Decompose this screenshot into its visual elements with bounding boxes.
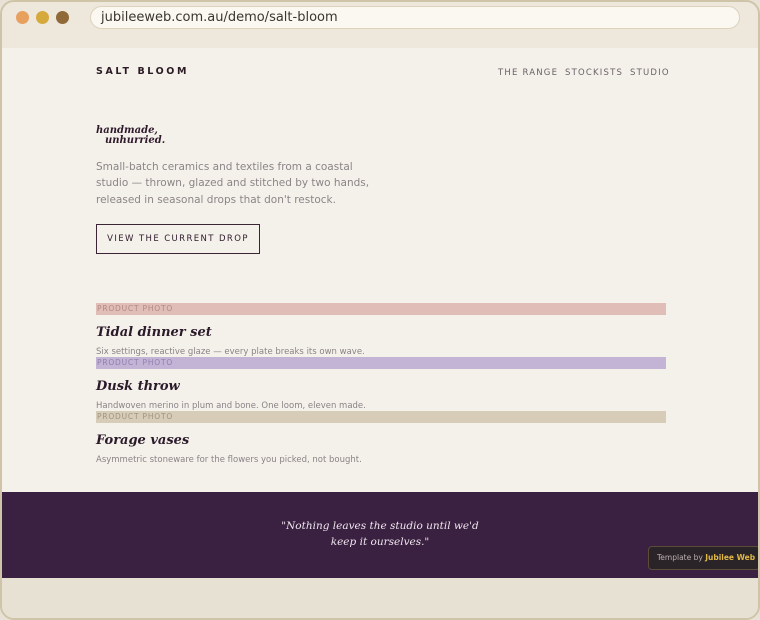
product-name[interactable]: Dusk throw xyxy=(96,379,666,395)
badge-prefix: Template by xyxy=(657,553,706,562)
address-bar[interactable]: jubileeweb.com.au/demo/salt-bloom xyxy=(90,6,740,29)
product-photo-placeholder: PRODUCT PHOTO xyxy=(96,303,666,315)
nav-link-stockists[interactable]: STOCKISTS xyxy=(565,68,623,78)
product-card-dusk-throw[interactable]: PRODUCT PHOTO Dusk throw Handwoven merin… xyxy=(96,357,666,412)
product-photo-placeholder: PRODUCT PHOTO xyxy=(96,411,666,423)
product-card-tidal-dinner-set[interactable]: PRODUCT PHOTO Tidal dinner set Six setti… xyxy=(96,303,666,358)
studio-quote: "Nothing leaves the studio until we'd ke… xyxy=(2,518,758,550)
product-name[interactable]: Tidal dinner set xyxy=(96,325,666,341)
product-description: Asymmetric stoneware for the flowers you… xyxy=(96,455,362,465)
badge-brand-name: Jubilee Web xyxy=(705,553,756,562)
quote-line2: keep it ourselves." xyxy=(330,536,430,548)
template-credit-badge[interactable]: Template by Jubilee Web xyxy=(648,546,758,570)
view-current-drop-button[interactable]: VIEW THE CURRENT DROP xyxy=(96,224,260,254)
product-name[interactable]: Forage vases xyxy=(96,433,666,449)
close-window-button[interactable] xyxy=(16,11,29,24)
web-page: SALT BLOOM THE RANGE STOCKISTS STUDIO ha… xyxy=(2,48,758,578)
browser-titlebar: jubileeweb.com.au/demo/salt-bloom xyxy=(2,2,758,48)
maximize-window-button[interactable] xyxy=(56,11,69,24)
testimonial-band: "Nothing leaves the studio until we'd ke… xyxy=(2,492,758,578)
site-brand[interactable]: SALT BLOOM xyxy=(96,66,189,77)
minimize-window-button[interactable] xyxy=(36,11,49,24)
product-photo-placeholder: PRODUCT PHOTO xyxy=(96,357,666,369)
hero-title: handmade, unhurried. xyxy=(96,126,165,146)
hero-description: Small-batch ceramics and textiles from a… xyxy=(96,161,370,206)
browser-window: jubileeweb.com.au/demo/salt-bloom SALT B… xyxy=(0,0,760,620)
nav-link-the-range[interactable]: THE RANGE xyxy=(498,68,558,78)
browser-bottom-frame xyxy=(2,578,758,618)
hero-title-line2: unhurried. xyxy=(105,135,166,146)
product-card-forage-vases[interactable]: PRODUCT PHOTO Forage vases Asymmetric st… xyxy=(96,411,666,466)
quote-line1: "Nothing leaves the studio until we'd xyxy=(281,520,479,532)
address-bar-url: jubileeweb.com.au/demo/salt-bloom xyxy=(101,10,338,25)
nav-link-studio[interactable]: STUDIO xyxy=(630,68,670,78)
